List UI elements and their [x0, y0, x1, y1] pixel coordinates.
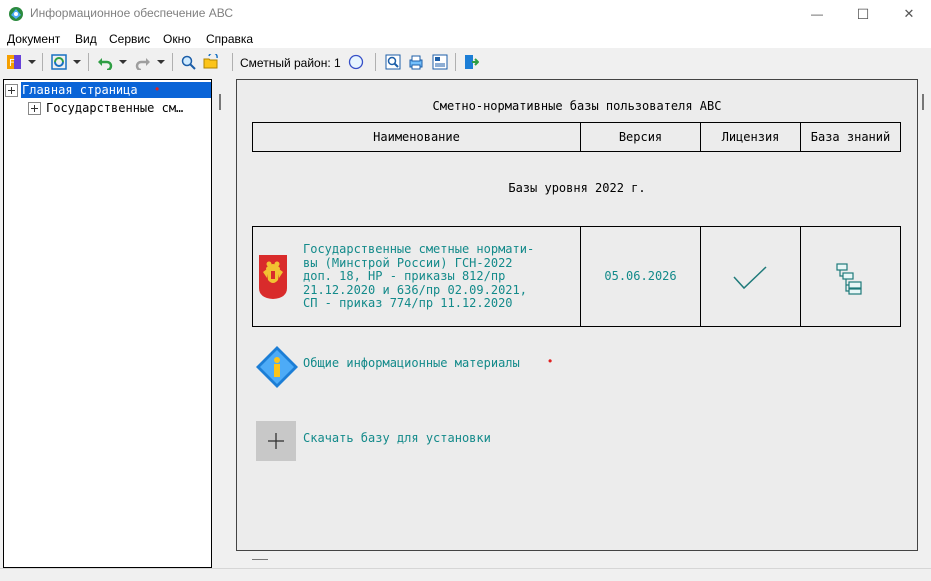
zoom-icon	[385, 54, 401, 70]
toolbar-separator	[232, 53, 233, 71]
maximize-icon: ☐	[856, 5, 870, 22]
undo-dropdown-icon[interactable]	[119, 60, 127, 64]
menu-window[interactable]: Окно	[163, 32, 191, 46]
menu-view[interactable]: Вид	[75, 32, 97, 46]
close-icon: ✕	[903, 6, 915, 21]
toolbar-separator	[42, 53, 43, 71]
info-icon[interactable]	[255, 345, 299, 389]
zoom-button[interactable]	[383, 52, 403, 72]
redo-button[interactable]	[133, 52, 153, 72]
toolbar-separator	[172, 53, 173, 71]
redo-dropdown-icon[interactable]	[157, 60, 165, 64]
refresh-button[interactable]	[49, 52, 69, 72]
section-title: Базы уровня 2022 г.	[508, 181, 646, 195]
export-button[interactable]	[430, 52, 450, 72]
bases-table-header: Наименование Версия Лицензия База знаний	[252, 122, 901, 152]
region-label: Сметный район: 1	[240, 56, 341, 70]
menu-document[interactable]: Документ	[7, 32, 60, 46]
exit-icon	[465, 55, 479, 69]
toolbar-separator	[375, 53, 376, 71]
toolbar-separator	[88, 53, 89, 71]
format-button[interactable]: F	[4, 52, 24, 72]
format-dropdown-icon[interactable]	[28, 60, 36, 64]
version-value: 05.06.2026	[604, 269, 677, 283]
expand-icon[interactable]	[28, 102, 41, 115]
base-name-line: доп. 18, НР - приказы 812/пр	[303, 269, 506, 283]
russian-emblem-icon	[259, 255, 287, 299]
export-icon	[432, 54, 448, 70]
compass-icon	[348, 54, 364, 70]
minimize-button[interactable]: —	[794, 0, 840, 28]
new-marker-icon: •	[548, 354, 553, 368]
window-title: Информационное обеспечение АВС	[30, 6, 233, 20]
print-button[interactable]	[406, 52, 426, 72]
download-button[interactable]	[256, 421, 296, 461]
maximize-button[interactable]: ☐	[840, 0, 886, 28]
checkmark-icon	[733, 266, 767, 290]
menu-help[interactable]: Справка	[206, 32, 253, 46]
column-header-name: Наименование	[252, 122, 581, 152]
download-base-link[interactable]: Скачать базу для установки	[303, 431, 491, 445]
close-button[interactable]: ✕	[886, 0, 931, 28]
page-heading: Сметно-нормативные базы пользователя АВС	[432, 99, 722, 113]
undo-icon	[98, 58, 113, 70]
table-row[interactable]: Государственные сметные нормати- вы (Мин…	[252, 226, 901, 327]
tree-structure-icon[interactable]	[835, 262, 865, 296]
cell-divider	[700, 227, 701, 326]
svg-text:F: F	[9, 58, 15, 69]
base-name-line: Государственные сметные нормати-	[303, 242, 535, 256]
refresh-dropdown-icon[interactable]	[73, 60, 81, 64]
search-button[interactable]	[178, 52, 198, 72]
tree-item-gov-estimates[interactable]: Государственные см…	[46, 101, 183, 115]
column-header-license: Лицензия	[700, 122, 801, 152]
open-folder-icon	[203, 54, 218, 69]
exit-button[interactable]	[461, 52, 481, 72]
content-pane: Сметно-нормативные базы пользователя АВС…	[236, 79, 918, 551]
status-bar	[0, 568, 931, 581]
toolbar-separator	[455, 53, 456, 71]
expand-icon[interactable]	[5, 84, 18, 97]
info-materials-link[interactable]: Общие информационные материалы	[303, 356, 520, 370]
plus-icon	[268, 433, 284, 449]
base-name-line: СП - приказ 774/пр 11.12.2020	[303, 296, 513, 310]
scrollbar-handle[interactable]	[922, 94, 924, 110]
title-bar: Информационное обеспечение АВС — ☐ ✕	[0, 0, 931, 28]
base-name-line: вы (Минстрой России) ГСН-2022	[303, 255, 513, 270]
refresh-icon	[51, 54, 67, 70]
minimize-icon: —	[811, 7, 823, 21]
search-icon	[181, 55, 196, 70]
base-name-line: 21.12.2020 и 636/пр 02.09.2021,	[303, 282, 527, 297]
tree-item-home[interactable]: Главная страница •	[21, 82, 211, 98]
region-picker-button[interactable]	[346, 52, 366, 72]
open-folder-button[interactable]	[201, 52, 221, 72]
app-logo-icon	[9, 7, 23, 21]
redo-icon	[135, 58, 150, 70]
column-header-version: Версия	[580, 122, 701, 152]
tree-item-label: Главная страница	[22, 83, 138, 97]
horizontal-scrollbar-handle[interactable]	[252, 559, 268, 560]
new-marker-icon: •	[155, 82, 160, 96]
splitter-handle[interactable]	[219, 94, 221, 110]
print-icon	[409, 55, 423, 70]
column-header-knowledge-base: База знаний	[800, 122, 901, 152]
navigation-tree: Главная страница • Государственные см…	[3, 79, 212, 568]
menu-service[interactable]: Сервис	[109, 32, 150, 46]
cell-divider	[800, 227, 801, 326]
undo-button[interactable]	[95, 52, 115, 72]
menu-bar: Документ Вид Сервис Окно Справка	[0, 28, 931, 48]
base-name-link[interactable]: Государственные сметные нормати- вы (Мин…	[303, 242, 535, 311]
format-icon: F	[7, 55, 21, 69]
